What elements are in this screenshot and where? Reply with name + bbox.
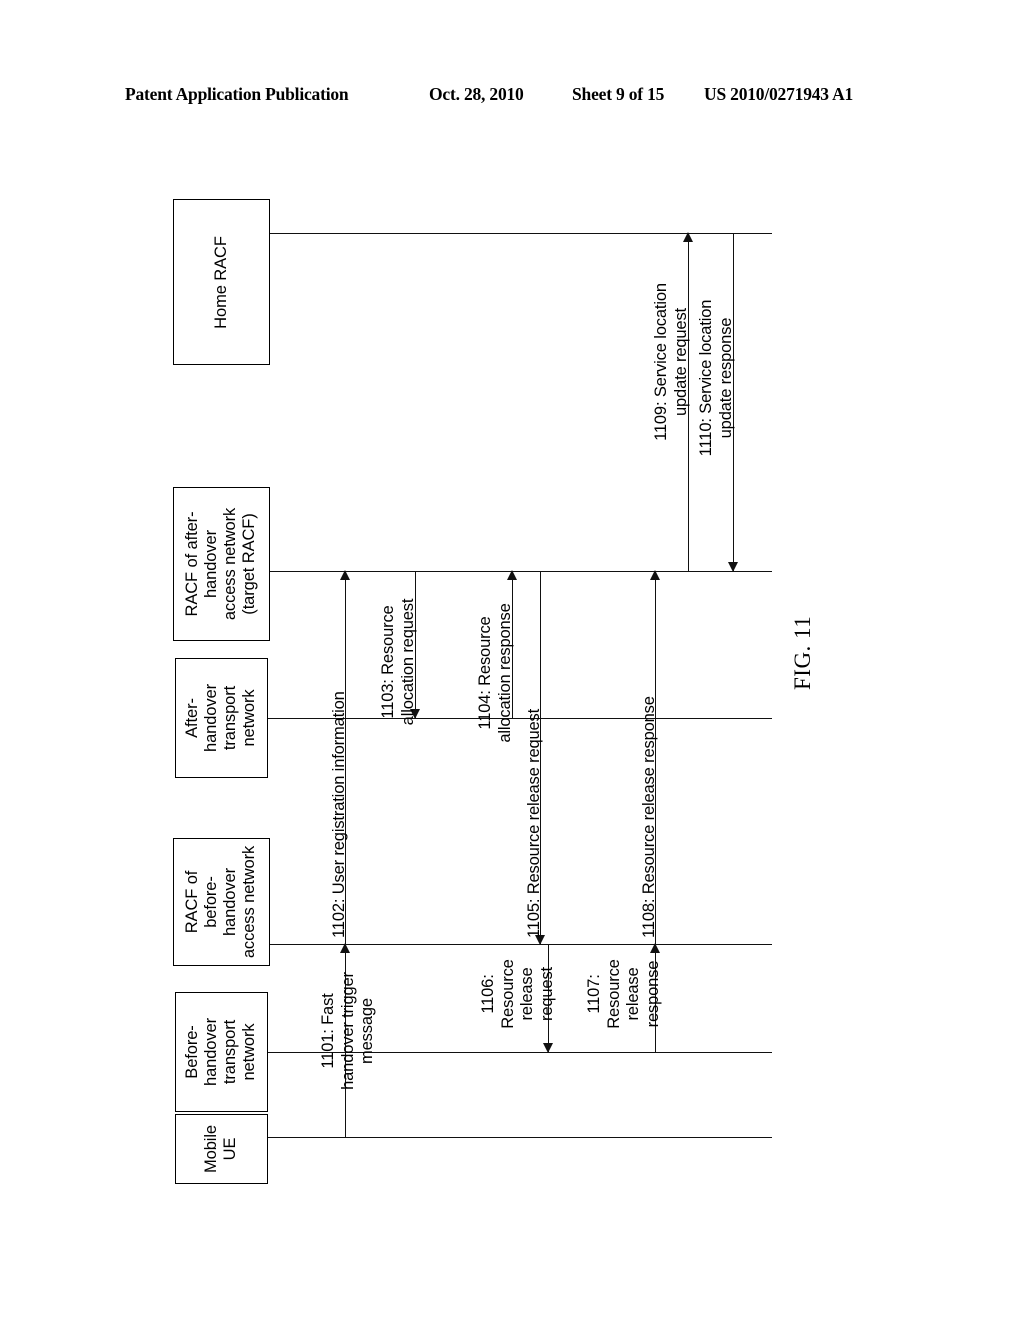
actor-box-mobile-ue: Mobile UE bbox=[175, 1114, 268, 1184]
actor-box-home-racf: Home RACF bbox=[173, 199, 270, 365]
arrow-head-icon bbox=[340, 570, 351, 580]
actor-label-after-transport: After- handover transport network bbox=[183, 683, 259, 753]
message-label-1107: 1107: Resource release response bbox=[585, 959, 662, 1029]
actor-box-before-transport: Before- handover transport network bbox=[175, 992, 268, 1112]
sequence-diagram: Home RACF RACF of after- handover access… bbox=[0, 0, 1024, 1320]
message-label-1108: 1108: Resource release response bbox=[640, 696, 658, 938]
message-label-1103: 1103: Resource allocation request bbox=[379, 598, 417, 726]
actor-box-after-transport: After- handover transport network bbox=[175, 658, 268, 778]
actor-box-target-racf: RACF of after- handover access network (… bbox=[173, 487, 270, 641]
actor-label-home-racf: Home RACF bbox=[212, 235, 230, 329]
arrow-head-icon bbox=[650, 570, 661, 580]
arrow-head-icon bbox=[728, 562, 739, 572]
actor-label-before-racf: RACF of before- handover access network bbox=[183, 845, 259, 959]
message-label-1105: 1105: Resource release request bbox=[525, 708, 543, 938]
actor-box-before-racf: RACF of before- handover access network bbox=[173, 838, 270, 966]
message-label-1110: 1110: Service location update response bbox=[697, 299, 735, 457]
actor-label-target-racf: RACF of after- handover access network (… bbox=[183, 507, 259, 621]
figure-number: FIG. 11 bbox=[790, 615, 815, 690]
lifeline-home-racf bbox=[270, 233, 772, 234]
message-label-1102: 1102: User registration information bbox=[330, 691, 348, 938]
actor-label-mobile-ue: Mobile UE bbox=[202, 1124, 240, 1174]
actor-label-before-transport: Before- handover transport network bbox=[183, 1017, 259, 1087]
lifeline-mobile-ue bbox=[268, 1137, 772, 1138]
message-label-1104: 1104: Resource allocation response bbox=[476, 603, 514, 743]
message-label-1106: 1106: Resource release request bbox=[479, 959, 556, 1029]
message-label-1101: 1101: Fast handover trigger message bbox=[319, 972, 376, 1090]
message-label-1109: 1109: Service location update request bbox=[652, 283, 690, 441]
